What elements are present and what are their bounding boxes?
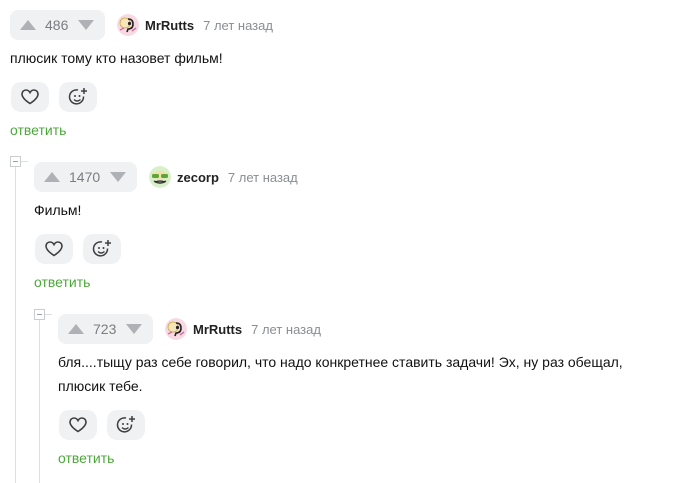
comment-text: Фильм! [34, 198, 81, 222]
comment-text-line: Фильм! [34, 202, 82, 218]
downvote-button[interactable] [75, 14, 97, 36]
comment-text-line: плюсик тебе. [58, 378, 143, 394]
smiley-plus-icon [68, 88, 87, 105]
comment-text: плюсик тому кто назовет фильм! [10, 46, 223, 70]
thread-connector [45, 314, 52, 315]
comment-meta: MrRutts 7 лет назад [165, 317, 321, 341]
upvote-button[interactable] [41, 166, 63, 188]
reply-link[interactable]: ответить [34, 274, 90, 290]
mrrutts-avatar[interactable] [165, 318, 187, 340]
heart-icon [69, 417, 87, 433]
triangle-up-icon [44, 172, 60, 182]
thread-connector [21, 161, 28, 162]
collapse-box-icon[interactable] [34, 309, 45, 320]
author-name[interactable]: zecorp [177, 170, 219, 185]
triangle-down-icon [78, 20, 95, 30]
triangle-down-icon [110, 172, 127, 182]
smiley-plus-icon [92, 240, 111, 257]
smiley-plus-icon [116, 416, 135, 433]
heart-icon [21, 89, 39, 105]
triangle-up-icon [20, 20, 36, 30]
comment-meta: MrRutts 7 лет назад [117, 13, 273, 37]
mrrutts-avatar[interactable] [117, 14, 139, 36]
downvote-button[interactable] [123, 318, 145, 340]
downvote-button[interactable] [107, 166, 129, 188]
vote-count: 1470 [69, 169, 101, 185]
vote-widget: 1470 [34, 162, 137, 192]
vote-count: 723 [93, 321, 117, 337]
comment-time[interactable]: 7 лет назад [251, 322, 321, 337]
like-button[interactable] [59, 410, 97, 440]
react-button[interactable] [59, 82, 97, 112]
comment-time[interactable]: 7 лет назад [228, 170, 298, 185]
triangle-down-icon [126, 324, 143, 334]
comment-time[interactable]: 7 лет назад [203, 18, 273, 33]
comment-text-line: бля....тыщу раз себе говорил, что надо к… [58, 354, 623, 370]
triangle-up-icon [68, 324, 84, 334]
thread-line [15, 167, 16, 483]
author-name[interactable]: MrRutts [193, 322, 242, 337]
comment-text: бля....тыщу раз себе говорил, что надо к… [58, 350, 623, 398]
author-name[interactable]: MrRutts [145, 18, 194, 33]
thread-line [39, 320, 40, 483]
react-button[interactable] [107, 410, 145, 440]
comment-text-line: плюсик тому кто назовет фильм! [10, 50, 223, 66]
like-button[interactable] [35, 234, 73, 264]
reply-link[interactable]: ответить [58, 450, 114, 466]
react-button[interactable] [83, 234, 121, 264]
vote-count: 486 [45, 17, 69, 33]
reply-link[interactable]: ответить [10, 122, 66, 138]
vote-widget: 723 [58, 314, 153, 344]
upvote-button[interactable] [17, 14, 39, 36]
upvote-button[interactable] [65, 318, 87, 340]
collapse-box-icon[interactable] [10, 156, 21, 167]
heart-icon [45, 241, 63, 257]
vote-widget: 486 [10, 10, 105, 40]
like-button[interactable] [11, 82, 49, 112]
comment-meta: zecorp 7 лет назад [149, 165, 298, 189]
zecorp-avatar[interactable] [149, 166, 171, 188]
